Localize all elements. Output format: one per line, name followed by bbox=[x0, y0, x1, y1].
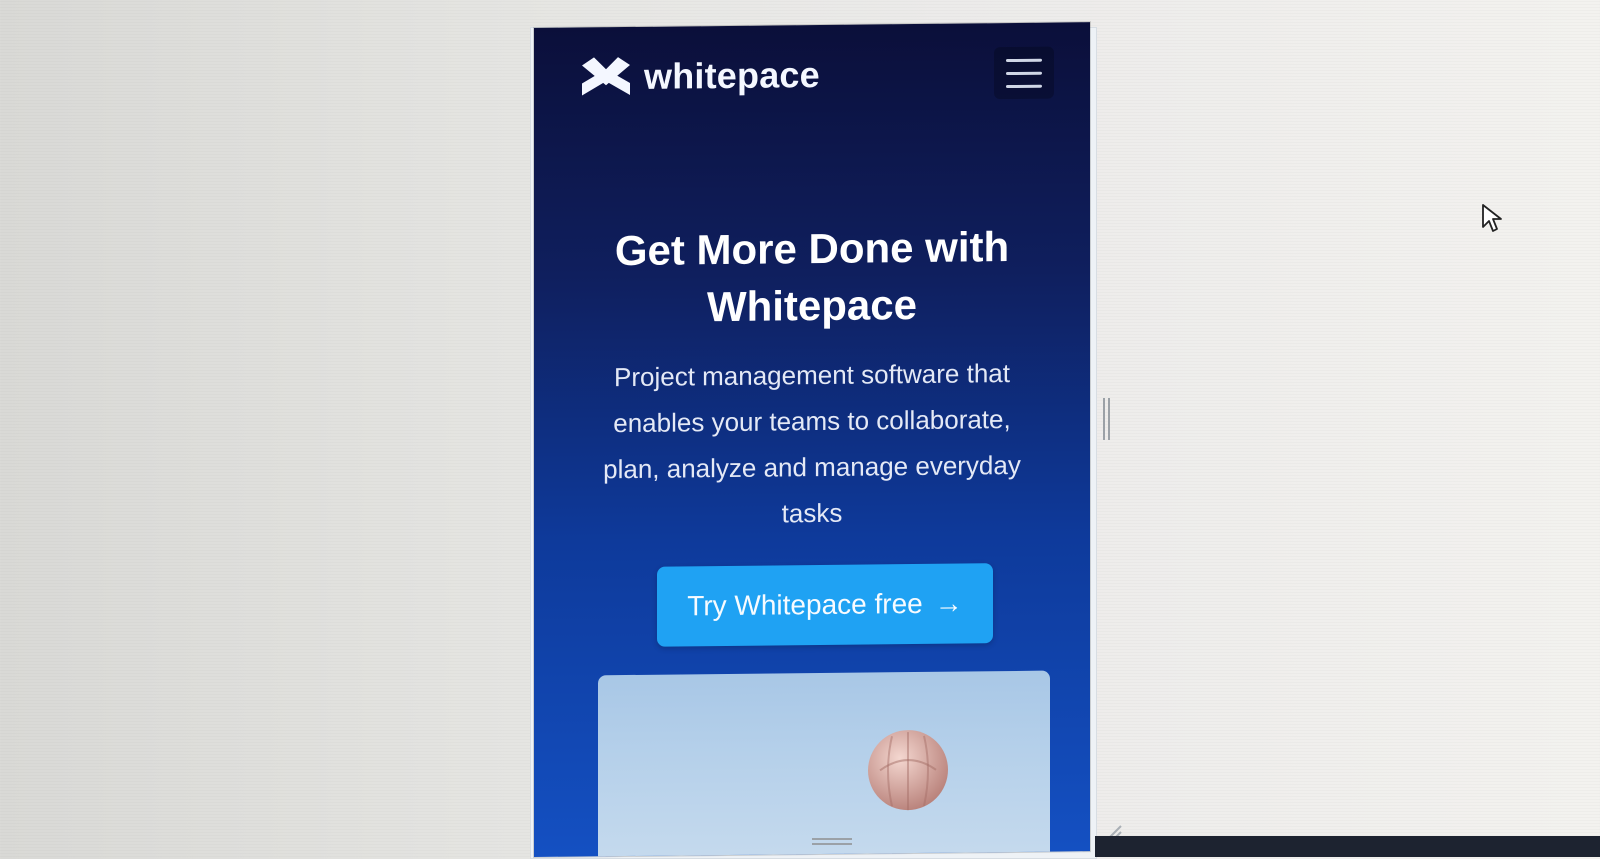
handle-line bbox=[812, 843, 852, 845]
logo-text: whitepace bbox=[644, 54, 820, 97]
whitepace-logo-icon bbox=[580, 55, 632, 100]
cta-label: Try Whitepace free bbox=[687, 587, 923, 622]
top-nav: whitepace bbox=[534, 22, 1090, 128]
logo[interactable]: whitepace bbox=[580, 53, 820, 100]
taskbar-strip bbox=[1095, 836, 1600, 857]
hamburger-menu-button[interactable] bbox=[994, 46, 1054, 100]
handle-line bbox=[812, 838, 852, 840]
resize-handle-right[interactable] bbox=[1102, 398, 1110, 440]
try-free-button[interactable]: Try Whitepace free → bbox=[657, 563, 993, 647]
hamburger-menu-icon bbox=[1006, 58, 1042, 62]
hero-image bbox=[598, 670, 1050, 857]
mouse-cursor-icon bbox=[1481, 203, 1503, 238]
hamburger-bar bbox=[1006, 84, 1042, 88]
mobile-viewport: whitepace Get More Done with Whitepace P… bbox=[534, 22, 1090, 857]
hero-title: Get More Done with Whitepace bbox=[614, 223, 1010, 331]
arrow-right-icon: → bbox=[934, 587, 963, 619]
hot-air-balloon-icon bbox=[866, 730, 950, 826]
handle-line bbox=[1102, 398, 1105, 440]
handle-line bbox=[1107, 398, 1110, 440]
hamburger-bar bbox=[1006, 71, 1042, 75]
hero-section: Get More Done with Whitepace Project man… bbox=[534, 217, 1090, 539]
hero-subtitle: Project management software that enables… bbox=[603, 358, 1021, 529]
resize-handle-bottom[interactable] bbox=[812, 838, 852, 848]
